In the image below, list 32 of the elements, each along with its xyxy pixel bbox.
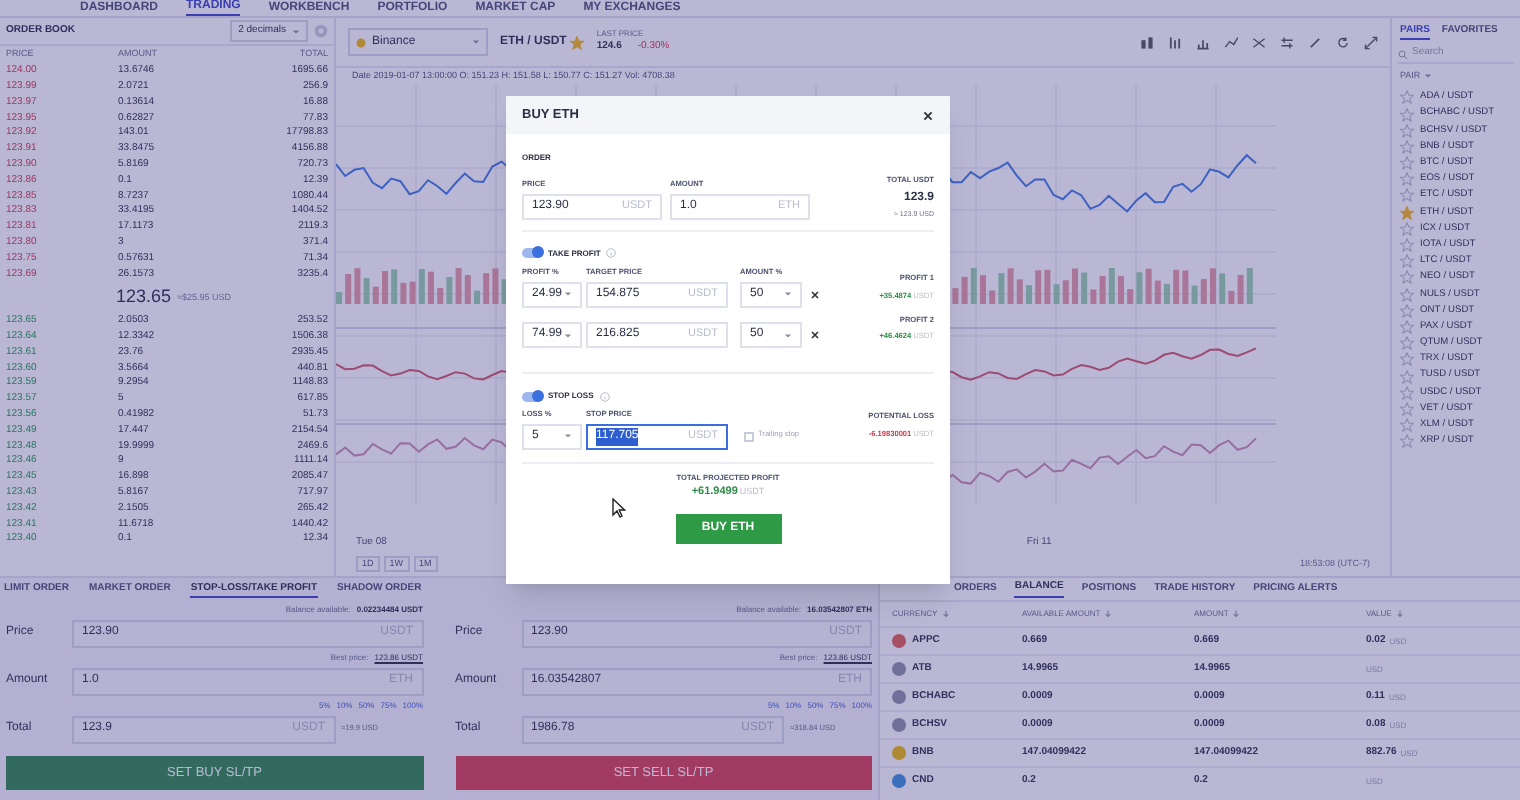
gear-icon [314, 24, 328, 38]
close-icon [922, 109, 934, 121]
expand-icon [1364, 35, 1378, 49]
last-price: 123.65 [116, 284, 172, 311]
search-icon [1398, 49, 1408, 59]
sort-arrow-icon [1104, 610, 1113, 618]
close-icon [810, 330, 820, 340]
caret-icon [564, 331, 572, 339]
cross-icon [1252, 35, 1266, 49]
info-icon [606, 248, 617, 259]
close-button[interactable] [922, 109, 934, 121]
sort-arrow-icon [941, 610, 950, 618]
undo-icon [1336, 35, 1350, 49]
mouse-cursor-icon [612, 498, 626, 518]
caret-icon [292, 27, 300, 35]
candles-icon [1168, 35, 1182, 49]
close-icon [810, 289, 820, 300]
line-chart-icon [1224, 35, 1238, 49]
sliders-icon [1280, 35, 1294, 49]
caret-icon [1424, 72, 1433, 81]
caret-icon [472, 38, 480, 46]
sort-arrow-icon [1395, 610, 1404, 618]
bars-icon [1196, 35, 1210, 49]
coin-icon [356, 37, 366, 47]
pen-icon [1308, 35, 1322, 49]
sort-arrow-icon [1232, 610, 1241, 618]
toggle-switch[interactable] [522, 391, 542, 401]
caret-icon [784, 331, 792, 339]
checkbox[interactable] [744, 431, 754, 442]
bar-chart-icon [1140, 35, 1154, 49]
info-icon [599, 391, 610, 401]
toggle-switch[interactable] [522, 248, 542, 259]
